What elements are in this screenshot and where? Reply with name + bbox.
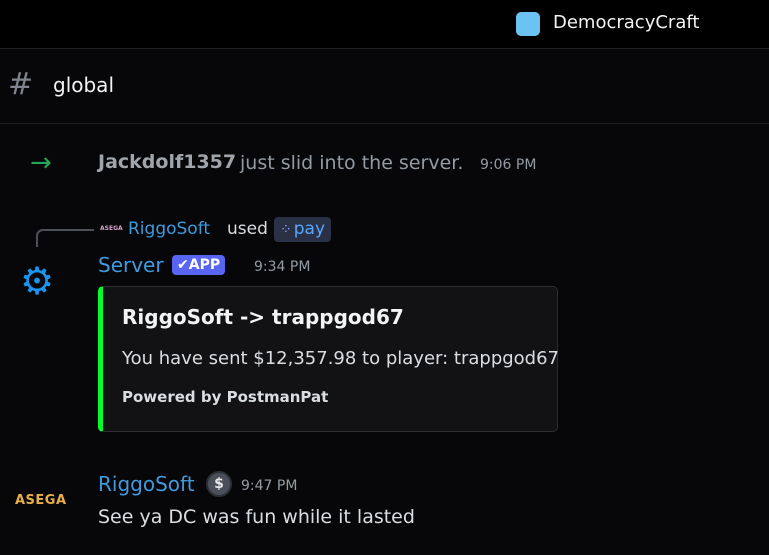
embed-description: You have sent $12,357.98 to player: trap… [122,348,560,369]
command-pill[interactable]: ⁘ pay [274,217,332,242]
channel-header [0,49,769,124]
join-username[interactable]: Jackdolf1357 [98,151,236,173]
reply-connector [36,229,94,247]
join-timestamp[interactable]: 9:06 PM [480,157,536,173]
message-author[interactable]: RiggoSoft [98,472,195,496]
bot-timestamp[interactable]: 9:34 PM [254,259,310,275]
bot-author[interactable]: Server [98,253,164,277]
channel-name[interactable]: global [53,73,114,97]
gear-icon[interactable]: ⚙ [20,262,54,300]
embed-footer: Powered by PostmanPat [122,388,329,406]
reply-used-label: used [227,219,268,239]
channel-hash-icon: # [8,67,34,102]
avatar[interactable]: ASEGA [15,493,67,508]
reply-username[interactable]: RiggoSoft [128,219,210,239]
server-icon[interactable] [516,12,540,36]
message-timestamp[interactable]: 9:47 PM [241,478,297,494]
command-name: pay [293,219,326,239]
join-arrow-icon: → [30,148,52,178]
server-name[interactable]: DemocracyCraft [553,12,699,33]
command-icon: ⁘ [280,222,292,238]
reply-avatar[interactable]: ASEGA [100,225,123,232]
app-badge: ✔APP [172,255,226,275]
message-text: See ya DC was fun while it lasted [98,506,415,528]
coin-badge-icon[interactable]: $ [206,471,232,497]
embed-title: RiggoSoft -> trappgod67 [122,305,404,329]
join-text: just slid into the server. [240,152,464,174]
